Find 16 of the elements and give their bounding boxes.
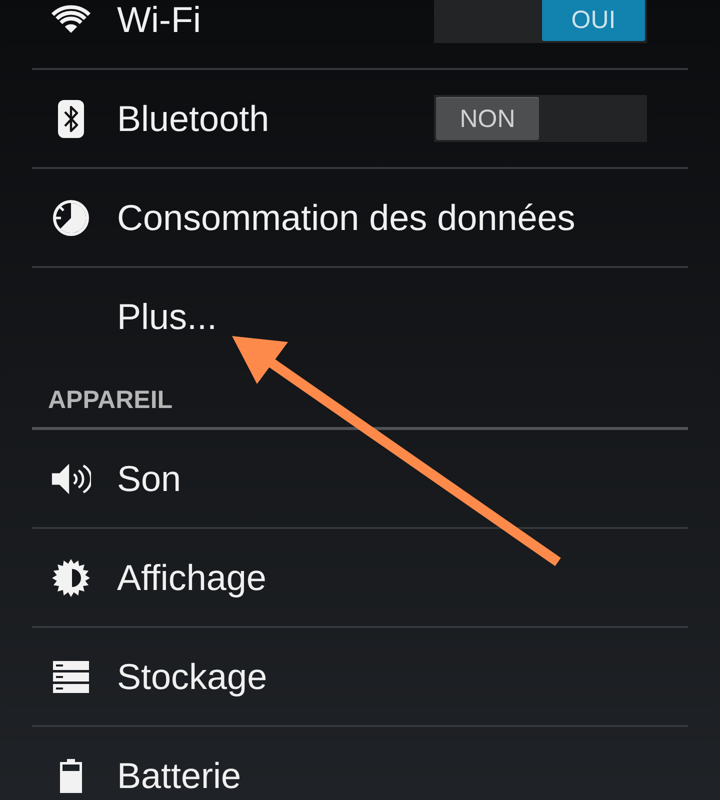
setting-label[interactable]: Batterie	[117, 755, 242, 797]
toggle-switch[interactable]: NON	[434, 95, 647, 142]
setting-label[interactable]: Son	[117, 458, 182, 500]
setting-label[interactable]: Consommation des données	[117, 196, 576, 238]
setting-label[interactable]: Wi-Fi	[117, 0, 201, 40]
wifi-icon	[51, 5, 91, 34]
setting-label[interactable]: Affichage	[117, 556, 266, 598]
setting-label[interactable]: Bluetooth	[117, 98, 270, 140]
drive-stack-icon	[53, 660, 89, 692]
battery-icon	[60, 759, 82, 793]
sun-icon	[52, 558, 90, 596]
toggle-thumb[interactable]: NON	[436, 97, 539, 140]
bluetooth-icon	[58, 100, 84, 138]
pie-chart-icon	[53, 200, 89, 236]
setting-label[interactable]: Plus...	[117, 296, 218, 338]
setting-label[interactable]: Stockage	[117, 656, 268, 698]
